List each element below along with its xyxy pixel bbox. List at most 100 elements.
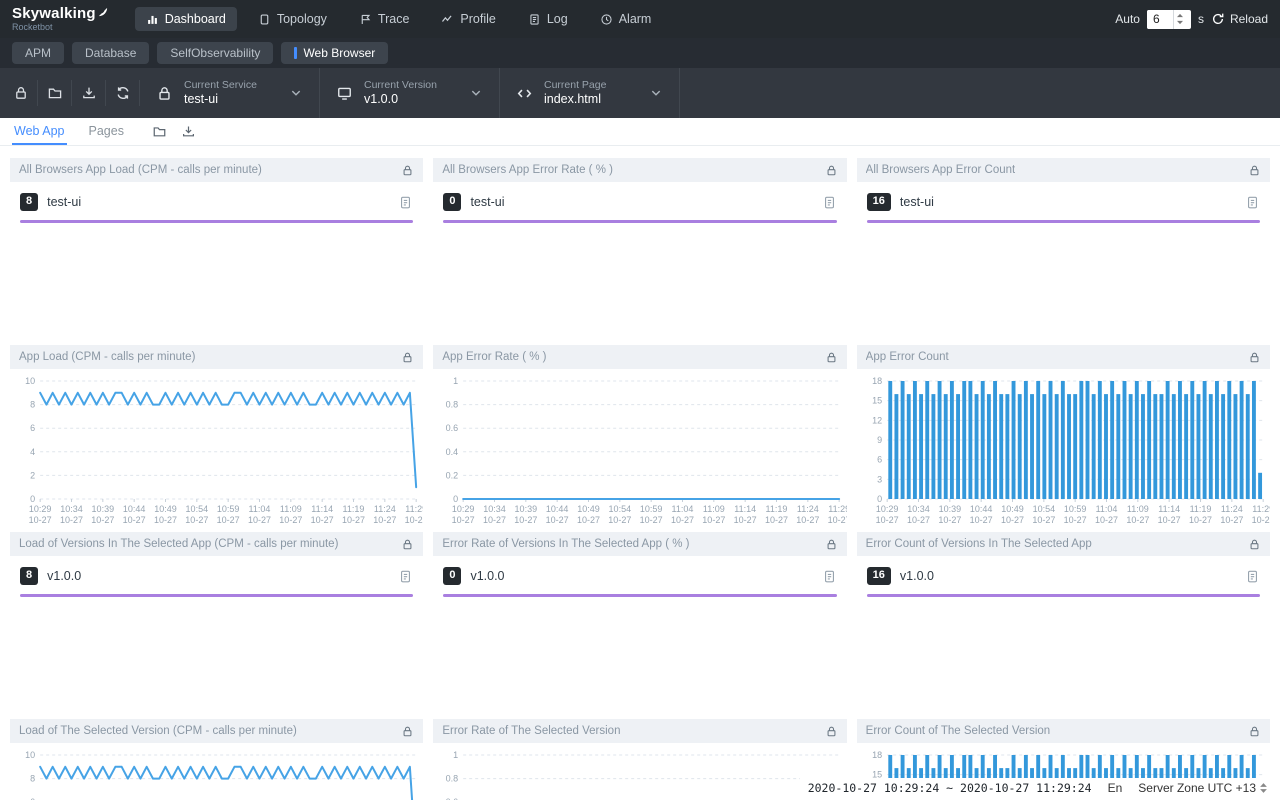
auto-interval-stepper[interactable] xyxy=(1173,10,1187,29)
panel-header: Load of The Selected Version (CPM - call… xyxy=(10,719,423,743)
svg-text:10-27: 10-27 xyxy=(640,515,663,525)
rocket-swoosh-icon xyxy=(97,6,109,18)
lock-icon[interactable] xyxy=(1248,164,1261,177)
nav-item-dashboard[interactable]: Dashboard xyxy=(135,7,237,31)
skywalking-logo[interactable]: Skywalking Rocketbot xyxy=(12,6,109,32)
lock-icon xyxy=(13,85,29,101)
nav-item-alarm[interactable]: Alarm xyxy=(589,7,663,31)
svg-text:10-27: 10-27 xyxy=(373,515,396,525)
chevron-down-icon xyxy=(649,86,663,100)
clipboard-icon[interactable] xyxy=(822,569,837,584)
panel-title: Error Count of Versions In The Selected … xyxy=(866,538,1092,550)
svg-text:10-27: 10-27 xyxy=(29,515,52,525)
tab-apm[interactable]: APM xyxy=(12,42,64,64)
tab-label: SelfObservability xyxy=(170,46,260,60)
lock-icon[interactable] xyxy=(825,725,838,738)
svg-text:10-27: 10-27 xyxy=(342,515,365,525)
tab-database[interactable]: Database xyxy=(72,42,149,64)
lock-icon[interactable] xyxy=(1248,351,1261,364)
panel-header: All Browsers App Load (CPM - calls per m… xyxy=(10,158,423,182)
svg-text:10-27: 10-27 xyxy=(969,515,992,525)
lock-icon[interactable] xyxy=(401,351,414,364)
svg-text:11:09: 11:09 xyxy=(1127,504,1149,514)
folder-icon[interactable] xyxy=(152,124,167,139)
panel-header: Error Rate of The Selected Version xyxy=(433,719,846,743)
lock-icon[interactable] xyxy=(1248,538,1261,551)
clipboard-icon[interactable] xyxy=(1245,195,1260,210)
auto-unit: s xyxy=(1198,12,1204,26)
lock-icon[interactable] xyxy=(1248,725,1261,738)
clipboard-icon[interactable] xyxy=(822,195,837,210)
nav-label: Trace xyxy=(378,12,410,26)
card-version-load: Load of Versions In The Selected App (CP… xyxy=(10,532,423,719)
svg-text:10-27: 10-27 xyxy=(217,515,240,525)
refresh-icon xyxy=(115,85,131,101)
folder-icon xyxy=(47,85,63,101)
refresh-templates-button[interactable] xyxy=(106,80,140,106)
svg-text:11:19: 11:19 xyxy=(343,504,365,514)
legend-row[interactable]: 16 test-ui xyxy=(867,191,1260,213)
panel-version-load-chart: Load of The Selected Version (CPM - call… xyxy=(10,719,423,800)
subtab-web-app[interactable]: Web App xyxy=(12,118,67,145)
svg-text:18: 18 xyxy=(872,376,882,386)
app-header: Skywalking Rocketbot Dashboard Topology … xyxy=(0,0,1280,38)
tab-selfobservability[interactable]: SelfObservability xyxy=(157,42,273,64)
panel-title: App Load (CPM - calls per minute) xyxy=(19,351,195,363)
zone-stepper[interactable] xyxy=(1259,782,1268,794)
lock-template-button[interactable] xyxy=(4,80,38,106)
legend-row[interactable]: 8 v1.0.0 xyxy=(20,565,413,587)
svg-text:10-27: 10-27 xyxy=(1220,515,1243,525)
app-error-count-chart: 036912151810:2910-2710:3410-2710:3910-27… xyxy=(857,371,1270,531)
server-zone-control: Server Zone UTC +13 xyxy=(1138,781,1268,795)
svg-text:18: 18 xyxy=(872,750,882,760)
card-all-browsers-app-error-rate: All Browsers App Error Rate ( % ) 0 test… xyxy=(433,158,846,345)
language-selector[interactable]: En xyxy=(1108,781,1123,795)
lock-icon[interactable] xyxy=(401,538,414,551)
nav-item-log[interactable]: Log xyxy=(517,7,579,31)
time-range-picker[interactable]: 2020-10-27 10:29:24 ~ 2020-10-27 11:29:2… xyxy=(808,781,1092,795)
svg-text:10-27: 10-27 xyxy=(1032,515,1055,525)
current-version-selector[interactable]: Current Version v1.0.0 xyxy=(320,68,500,118)
panel-title: Error Count of The Selected Version xyxy=(866,725,1051,737)
nav-item-trace[interactable]: Trace xyxy=(348,7,421,31)
reload-button[interactable]: Reload xyxy=(1211,12,1268,26)
download-icon[interactable] xyxy=(181,124,196,139)
server-zone-value: 13 xyxy=(1243,781,1256,795)
legend-label: v1.0.0 xyxy=(47,569,81,583)
legend-row[interactable]: 8 test-ui xyxy=(20,191,413,213)
import-template-button[interactable] xyxy=(38,80,72,106)
legend-row[interactable]: 0 test-ui xyxy=(443,191,836,213)
current-page-selector[interactable]: Current Page index.html xyxy=(500,68,680,118)
topology-icon xyxy=(258,13,271,26)
tab-web-browser[interactable]: Web Browser xyxy=(281,42,388,64)
svg-text:10-27: 10-27 xyxy=(91,515,114,525)
nav-item-topology[interactable]: Topology xyxy=(247,7,338,31)
dashboard-icon xyxy=(146,13,159,26)
selector-label: Current Service xyxy=(184,79,257,92)
svg-text:11:29: 11:29 xyxy=(1252,504,1270,514)
svg-text:10-27: 10-27 xyxy=(875,515,898,525)
subtab-pages[interactable]: Pages xyxy=(87,118,126,145)
lock-icon[interactable] xyxy=(825,164,838,177)
trace-icon xyxy=(359,13,372,26)
svg-text:11:19: 11:19 xyxy=(766,504,788,514)
lock-icon[interactable] xyxy=(401,725,414,738)
clipboard-icon[interactable] xyxy=(1245,569,1260,584)
clipboard-icon[interactable] xyxy=(398,195,413,210)
svg-text:10:34: 10:34 xyxy=(60,504,83,514)
legend-row[interactable]: 16 v1.0.0 xyxy=(867,565,1260,587)
legend-row[interactable]: 0 v1.0.0 xyxy=(443,565,836,587)
service-lock-icon xyxy=(156,85,173,102)
clipboard-icon[interactable] xyxy=(398,569,413,584)
card-version-error-rate: Error Rate of Versions In The Selected A… xyxy=(433,532,846,719)
lock-icon[interactable] xyxy=(401,164,414,177)
active-tab-marker-icon xyxy=(294,47,297,59)
panel-title: Error Rate of The Selected Version xyxy=(442,725,620,737)
export-template-button[interactable] xyxy=(72,80,106,106)
nav-item-profile[interactable]: Profile xyxy=(430,7,506,31)
svg-text:10:44: 10:44 xyxy=(970,504,993,514)
lock-icon[interactable] xyxy=(825,538,838,551)
auto-interval-input[interactable] xyxy=(1147,10,1173,29)
lock-icon[interactable] xyxy=(825,351,838,364)
current-service-selector[interactable]: Current Service test-ui xyxy=(140,68,320,118)
